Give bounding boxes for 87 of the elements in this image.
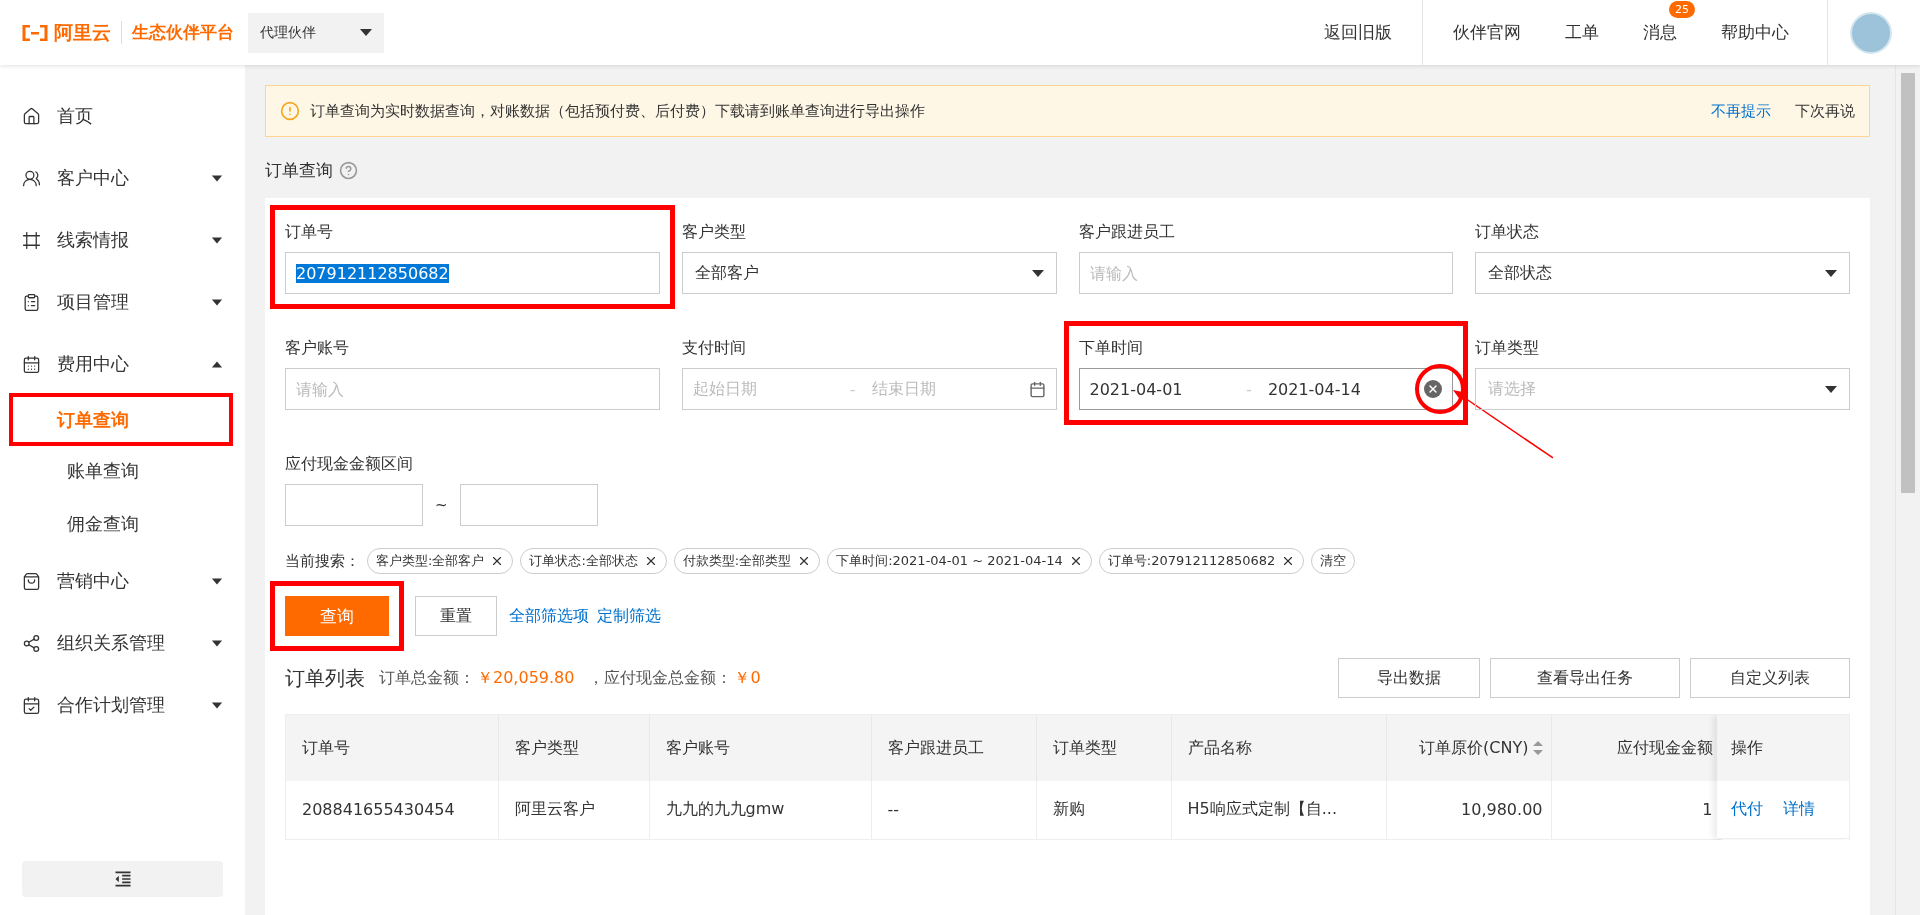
- calendar-check-icon: [22, 695, 41, 715]
- reset-button[interactable]: 重置: [415, 596, 497, 636]
- bag-icon: [22, 571, 41, 591]
- sidebar-subitem[interactable]: 账单查询: [10, 444, 235, 497]
- scrollbar[interactable]: [1895, 65, 1920, 915]
- help-icon[interactable]: [339, 161, 358, 180]
- current-search-label: 当前搜索：: [285, 551, 360, 571]
- notice-link[interactable]: 下次再说: [1795, 101, 1855, 121]
- frame-icon: [22, 230, 41, 250]
- sidebar-item[interactable]: 首页: [0, 85, 245, 147]
- share-icon: [22, 633, 41, 653]
- sidebar-item[interactable]: 营销中心: [0, 550, 245, 612]
- table-cell: 九九的九九gmw: [649, 781, 871, 839]
- table-cell: 208841655430454: [286, 781, 498, 839]
- table-cell: H5响应式定制【自...: [1171, 781, 1386, 839]
- sidebar-item[interactable]: 线索情报: [0, 209, 245, 271]
- range-separator: ~: [435, 496, 448, 514]
- caret-icon: [1031, 269, 1044, 277]
- summary-value: ￥0: [734, 667, 761, 689]
- sort-icon[interactable]: [1532, 741, 1543, 755]
- action-button[interactable]: 导出数据: [1338, 658, 1480, 698]
- sidebar-item[interactable]: 费用中心: [0, 333, 245, 395]
- column-header: 产品名称: [1171, 715, 1386, 781]
- column-header: 订单类型: [1036, 715, 1171, 781]
- filter-link[interactable]: 全部筛选项: [509, 605, 589, 627]
- field-label: 客户类型: [681, 221, 746, 243]
- sidebar-item[interactable]: 合作计划管理: [0, 674, 245, 736]
- list-title: 订单列表: [285, 664, 365, 692]
- table-cell: --: [871, 781, 1036, 839]
- nav-link[interactable]: 帮助中心: [1699, 21, 1811, 44]
- column-header: 订单号: [286, 715, 498, 781]
- alert-icon: [280, 101, 300, 121]
- sidebar-item[interactable]: 客户中心: [0, 147, 245, 209]
- action-button[interactable]: 自定义列表: [1690, 658, 1850, 698]
- column-header: 客户跟进员工: [871, 715, 1036, 781]
- nav-link[interactable]: 返回旧版: [1302, 21, 1414, 44]
- field-label: 客户账号: [285, 337, 349, 359]
- list-icon: [22, 292, 41, 312]
- field-label: 客户跟进员工: [1078, 221, 1175, 243]
- users-icon: [22, 168, 41, 188]
- role-select[interactable]: 代理伙伴: [248, 12, 384, 53]
- text-input[interactable]: 请输入: [1078, 252, 1454, 294]
- column-header: 操作: [1717, 715, 1849, 781]
- row-action-link[interactable]: 代付: [1731, 799, 1763, 820]
- filter-link[interactable]: 定制筛选: [597, 605, 661, 627]
- calendar-icon[interactable]: [1028, 380, 1046, 398]
- field-label: 支付时间: [681, 337, 746, 359]
- min-input[interactable]: [285, 484, 423, 526]
- date-range-field[interactable]: 2021-04-01 - 2021-04-14: [1078, 368, 1454, 410]
- logo-text: 阿里云: [54, 19, 111, 45]
- table-cell: 10,980.00: [1386, 781, 1551, 839]
- column-header: 客户账号: [649, 715, 871, 781]
- field-label: 订单类型: [1475, 337, 1540, 359]
- platform-name: 生态伙伴平台: [121, 21, 234, 44]
- row-action-link[interactable]: 详情: [1783, 799, 1815, 820]
- nav-link[interactable]: 伙伴官网: [1431, 21, 1543, 44]
- summary-label: 订单总金额：: [379, 667, 475, 689]
- notification-badge: 25: [1669, 1, 1695, 18]
- home-icon: [22, 106, 41, 126]
- sidebar-item[interactable]: 组织关系管理: [0, 612, 245, 674]
- max-input[interactable]: [459, 484, 598, 526]
- page-title: 订单查询: [265, 159, 333, 182]
- field-label: 订单状态: [1475, 221, 1540, 243]
- sidebar-item[interactable]: 项目管理: [0, 271, 245, 333]
- column-header: 客户类型: [498, 715, 649, 781]
- action-button[interactable]: 查看导出任务: [1490, 658, 1680, 698]
- summary-label: ，应付现金总金额：: [588, 667, 733, 689]
- caret-icon: [1825, 269, 1837, 277]
- table-cell: 阿里云客户: [498, 781, 649, 839]
- column-header: 订单原价(CNY): [1386, 715, 1551, 781]
- notice-link[interactable]: 不再提示: [1711, 101, 1771, 121]
- calendar-icon: [22, 354, 41, 374]
- text-input[interactable]: 207912112850682: [285, 252, 660, 294]
- table-cell: 新购: [1036, 781, 1171, 839]
- field-label: 下单时间: [1078, 337, 1143, 359]
- logo-icon: [22, 24, 48, 41]
- clear-icon[interactable]: [1424, 380, 1443, 398]
- summary-value: ￥20,059.80: [477, 667, 575, 689]
- notice-text: 订单查询为实时数据查询，对账数据（包括预付费、后付费）下载请到账单查询进行导出操作: [310, 101, 926, 121]
- field-label: 订单号: [285, 221, 333, 243]
- sidebar-subitem[interactable]: 佣金查询: [10, 497, 235, 550]
- text-input[interactable]: 请输入: [285, 368, 660, 410]
- select-field[interactable]: 全部客户: [681, 252, 1057, 294]
- nav-link[interactable]: 工单: [1543, 21, 1621, 44]
- caret-icon: [1825, 385, 1837, 393]
- field-label: 应付现金金额区间: [285, 453, 413, 475]
- select-field[interactable]: 全部状态: [1475, 252, 1850, 294]
